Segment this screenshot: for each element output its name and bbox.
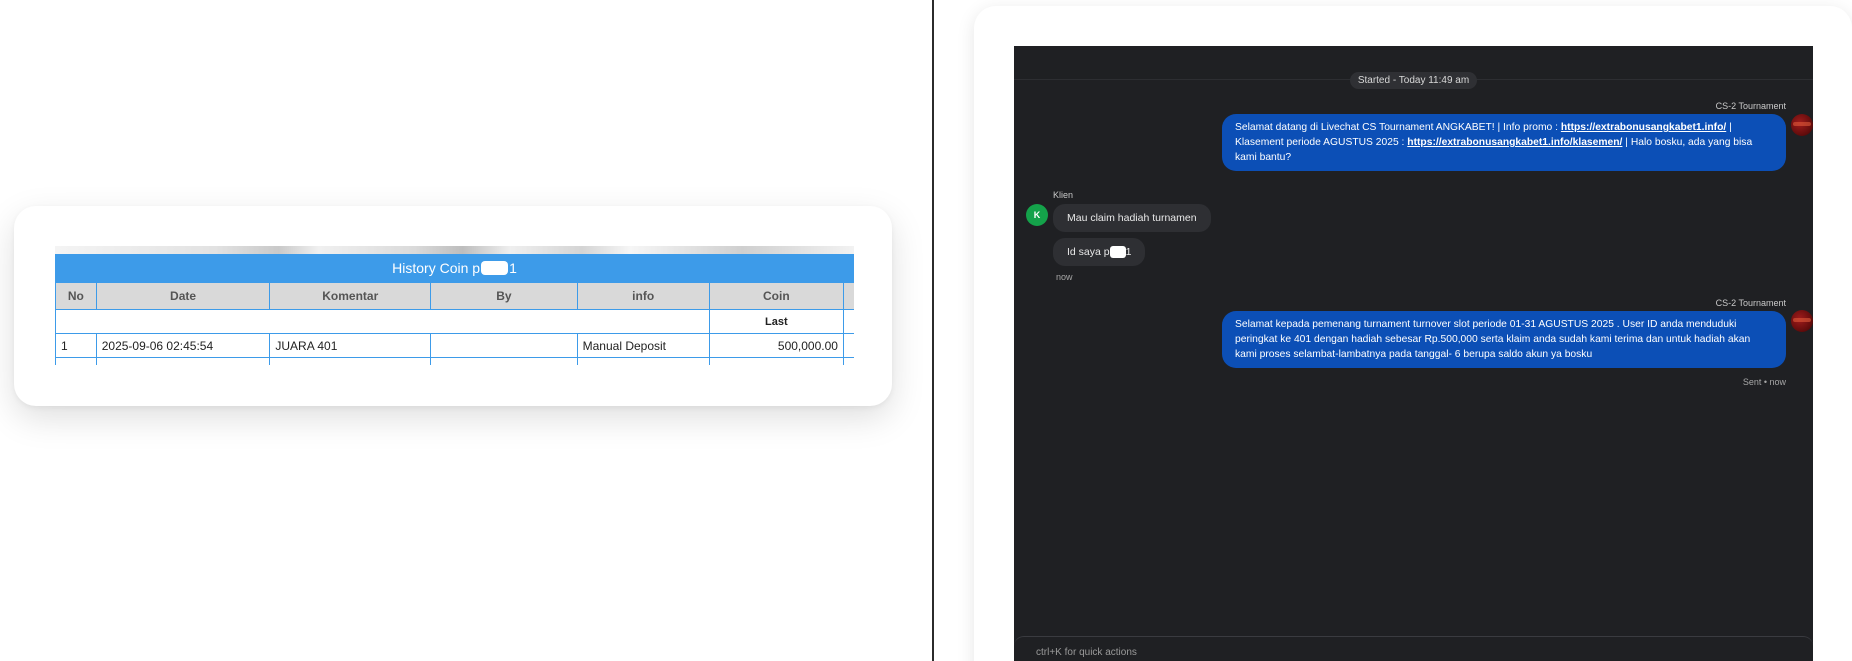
subheader-empty <box>55 309 710 334</box>
agent-message-winner: Selamat kepada pemenang turnament turnov… <box>1222 311 1786 368</box>
client-message-time: now <box>1056 272 1073 282</box>
table-header-row: No Date Komentar By info Coin <box>55 282 854 310</box>
redaction-mask <box>481 261 509 275</box>
client-message-claim: Mau claim hadiah turnamen <box>1053 204 1211 232</box>
client-name: Klien <box>1053 190 1074 200</box>
client-message-id: Id saya p 1 <box>1053 238 1146 267</box>
message-composer[interactable]: ctrl+K for quick actions <box>1014 636 1813 661</box>
window-divider <box>932 0 934 661</box>
table-subheader-row: Last <box>55 309 854 334</box>
msg-text: Id saya p <box>1067 246 1110 258</box>
cell-coin: 500,000.00 <box>708 333 844 358</box>
subheader-last: Last <box>708 309 844 334</box>
klasemen-link[interactable]: https://extrabonusangkabet1.info/klaseme… <box>1407 137 1622 148</box>
agent-avatar <box>1791 310 1813 332</box>
client-avatar: K <box>1026 204 1048 226</box>
title-text-start: History Coin p <box>392 260 481 276</box>
history-coin-table: No Date Komentar By info Coin Last 1 202… <box>55 282 854 365</box>
cell-date: 2025-09-06 02:45:54 <box>95 333 271 358</box>
map-banner-strip <box>55 246 854 254</box>
col-header-coin[interactable]: Coin <box>708 282 844 310</box>
promo-link[interactable]: https://extrabonusangkabet1.info/ <box>1561 122 1726 133</box>
chat-started-label: Started - Today 11:49 am <box>1014 70 1813 89</box>
started-text: Started - Today 11:49 am <box>1349 72 1478 89</box>
livechat-panel: Started - Today 11:49 am CS-2 Tournament… <box>1014 46 1813 661</box>
redaction-mask <box>1109 246 1126 259</box>
cell-overflow <box>842 333 854 358</box>
history-table-title: History Coin p 1 <box>55 254 854 282</box>
col-header-komentar[interactable]: Komentar <box>269 282 432 310</box>
col-header-overflow <box>842 282 854 310</box>
agent-name: CS-2 Tournament <box>1715 298 1786 308</box>
cell-no: 1 <box>55 333 97 358</box>
screen: History Coin p 1 No Date Komentar By info… <box>0 0 1852 661</box>
history-coin-card: History Coin p 1 No Date Komentar By info… <box>14 206 892 406</box>
agent-message-welcome: Selamat datang di Livechat CS Tournament… <box>1222 114 1786 171</box>
agent-name: CS-2 Tournament <box>1715 101 1786 111</box>
history-table-viewport: History Coin p 1 No Date Komentar By info… <box>55 246 854 365</box>
table-row-partial <box>55 357 854 365</box>
col-header-by[interactable]: By <box>430 282 578 310</box>
cell-info: Manual Deposit <box>576 333 710 358</box>
composer-hint: ctrl+K for quick actions <box>1036 647 1137 658</box>
sent-status: Sent • now <box>1742 377 1786 387</box>
msg-text: 1 <box>1125 246 1132 258</box>
agent-avatar <box>1791 114 1813 136</box>
msg-text: Selamat datang di Livechat CS Tournament… <box>1235 122 1561 133</box>
col-header-date[interactable]: Date <box>95 282 271 310</box>
cell-by <box>430 333 578 358</box>
col-header-no[interactable]: No <box>55 282 97 310</box>
cell-komentar: JUARA 401 <box>269 333 432 358</box>
table-row[interactable]: 1 2025-09-06 02:45:54 JUARA 401 Manual D… <box>55 333 854 358</box>
title-text-end: 1 <box>509 260 517 276</box>
col-header-info[interactable]: info <box>576 282 710 310</box>
subheader-overflow <box>842 309 854 334</box>
